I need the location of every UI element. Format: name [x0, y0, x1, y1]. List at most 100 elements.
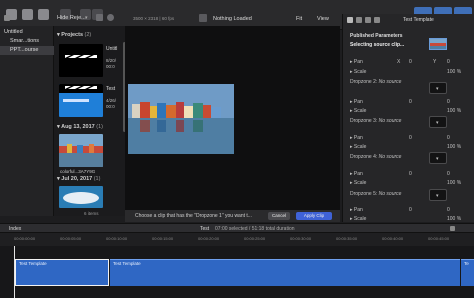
scale-value[interactable]: 100 %: [447, 69, 461, 75]
generator-inspector-icon[interactable]: [374, 17, 380, 23]
dropzone-3-well[interactable]: ▾: [429, 116, 447, 128]
video-inspector-icon[interactable]: [347, 17, 353, 23]
event-section-aug13[interactable]: ▾ Aug 13, 2017 (1): [57, 124, 103, 130]
choose-clip-bar: Choose a clip that has the "Dropzone 1" …: [125, 210, 340, 222]
houses-image: [59, 134, 103, 167]
scale-text: Scale: [353, 69, 367, 75]
timeline-toolbar: Index Test 07:00 selected / 51:18 total …: [0, 223, 474, 233]
playhead[interactable]: [14, 246, 15, 298]
scale-text: Scale: [353, 144, 367, 150]
dropzone-1-well[interactable]: [429, 38, 447, 50]
cancel-button[interactable]: Cancel: [268, 212, 290, 220]
houses-preview-image: [128, 84, 234, 154]
viewer-image: [128, 84, 234, 154]
timeline-clip-selected[interactable]: Test Template: [15, 259, 109, 286]
clip-name: Test Template: [19, 261, 47, 266]
viewer-icon: [199, 14, 207, 22]
section-count: (1): [96, 124, 103, 130]
pan-label: ▸ Pan: [350, 207, 363, 213]
timeline-project-name: Test: [200, 226, 210, 232]
ruler-tick: 00:00:20:00: [198, 236, 220, 241]
pan-x-value[interactable]: 0: [409, 99, 412, 105]
scale-value[interactable]: 100 %: [447, 216, 461, 222]
dropzone-5-label: Dropzone 5: No source: [350, 191, 401, 197]
library-ppt-course[interactable]: PPT...ourse: [0, 46, 54, 55]
clapper-icon: [65, 55, 97, 58]
scale-value[interactable]: 100 %: [447, 144, 461, 150]
ruler-tick: 00:00:30:00: [290, 236, 312, 241]
pan-y-label: Y: [433, 59, 437, 65]
project-thumbnail-test[interactable]: [59, 84, 103, 117]
timeline-clip[interactable]: Test Template: [110, 259, 460, 286]
clip-thumbnail-colorful[interactable]: [59, 134, 103, 167]
scale-value[interactable]: 100 %: [447, 108, 461, 114]
timeline-clip[interactable]: Te: [461, 259, 474, 286]
project-meta-test: Test 4/26/ 00:0: [106, 86, 116, 110]
event-section-jul20[interactable]: ▾ Jul 20, 2017 (1): [57, 176, 100, 182]
projects-section-header[interactable]: ▾ Projects (2): [57, 32, 91, 38]
index-button[interactable]: Index: [9, 226, 21, 232]
project-name: Test: [106, 86, 116, 92]
pan-label: ▸ Pan: [350, 99, 363, 105]
timeline-ruler[interactable]: 00:00:00:00 00:00:05:00 00:00:10:00 00:0…: [0, 233, 474, 246]
scale-label: ▸ Scale: [350, 216, 367, 222]
library-smart-collections[interactable]: Smar...tions: [0, 37, 54, 46]
pan-text: Pan: [353, 171, 363, 177]
pan-y-value[interactable]: 0: [447, 135, 450, 141]
pan-x-value[interactable]: 0: [409, 59, 412, 65]
ruler-tick: 00:00:15:00: [152, 236, 174, 241]
scale-label: ▸ Scale: [350, 144, 367, 150]
pan-x-value[interactable]: 0: [409, 135, 412, 141]
ruler-tick: 00:00:35:00: [336, 236, 358, 241]
pan-y-value[interactable]: 0: [447, 59, 450, 65]
pan-label: ▸ Pan: [350, 59, 363, 65]
dropzone-5-well[interactable]: ▾: [429, 189, 447, 201]
duration-text: 07:00 selected / 51:18 total duration: [215, 226, 295, 232]
section-count: (2): [84, 32, 92, 38]
library-untitled[interactable]: Untitled: [0, 28, 54, 37]
pan-y-value[interactable]: 0: [447, 171, 450, 177]
browser-header: Hide Reje... ▾: [0, 13, 122, 25]
event-browser: ▾ Projects (2) Untitl 8/20/ 00:0 Test 4/…: [54, 26, 125, 216]
info-inspector-icon[interactable]: [365, 17, 371, 23]
scale-value[interactable]: 100 %: [447, 180, 461, 186]
pan-label: ▸ Pan: [350, 171, 363, 177]
viewer-status: Nothing Loaded: [213, 16, 252, 22]
project-name: Untitl: [106, 46, 118, 52]
inspector: Test Template Published Parameters Selec…: [342, 14, 474, 222]
sky-image: [59, 186, 103, 208]
clip-appearance-icon[interactable]: [96, 14, 103, 21]
fit-dropdown[interactable]: Fit: [296, 16, 302, 22]
pan-y-value[interactable]: 0: [447, 99, 450, 105]
pan-x-value[interactable]: 0: [409, 207, 412, 213]
timeline-tracks[interactable]: Test Template Test Template Te: [0, 246, 474, 298]
pan-x-label: X: [397, 59, 401, 65]
pan-y-value[interactable]: 0: [447, 207, 450, 213]
dropzone-2-well[interactable]: ▾: [429, 82, 447, 94]
clip-thumbnail-sky[interactable]: [59, 186, 103, 208]
project-thumbnail-untitled[interactable]: [59, 44, 103, 77]
scale-text: Scale: [353, 180, 367, 186]
ruler-tick: 00:00:00:00: [14, 236, 36, 241]
zoom-icon[interactable]: [450, 226, 455, 231]
choose-clip-prompt: Choose a clip that has the "Dropzone 1" …: [135, 213, 252, 219]
audio-inspector-icon[interactable]: [356, 17, 362, 23]
hide-rejected-dropdown[interactable]: Hide Reje...: [57, 15, 86, 21]
dropzone-name: Dropzone 2:: [350, 79, 378, 85]
pan-x-value[interactable]: 0: [409, 171, 412, 177]
dropzone-name: Dropzone 3:: [350, 118, 378, 124]
pan-label: ▸ Pan: [350, 135, 363, 141]
view-dropdown[interactable]: View: [317, 16, 329, 22]
clip-label: colorful...3A7Y9G: [60, 169, 96, 174]
search-icon[interactable]: [107, 14, 114, 21]
apply-clip-button[interactable]: Apply Clip: [296, 212, 332, 220]
chevron-down-icon: ▾: [436, 156, 439, 162]
pan-text: Pan: [353, 99, 363, 105]
library-label: Untitled: [4, 29, 23, 35]
chevron-down-icon: ▾: [436, 86, 439, 92]
library-label: PPT...ourse: [10, 47, 39, 53]
scale-text: Scale: [353, 216, 367, 222]
section-count: (1): [93, 176, 101, 182]
filmstrip-icon[interactable]: [4, 15, 10, 21]
dropzone-4-well[interactable]: ▾: [429, 152, 447, 164]
